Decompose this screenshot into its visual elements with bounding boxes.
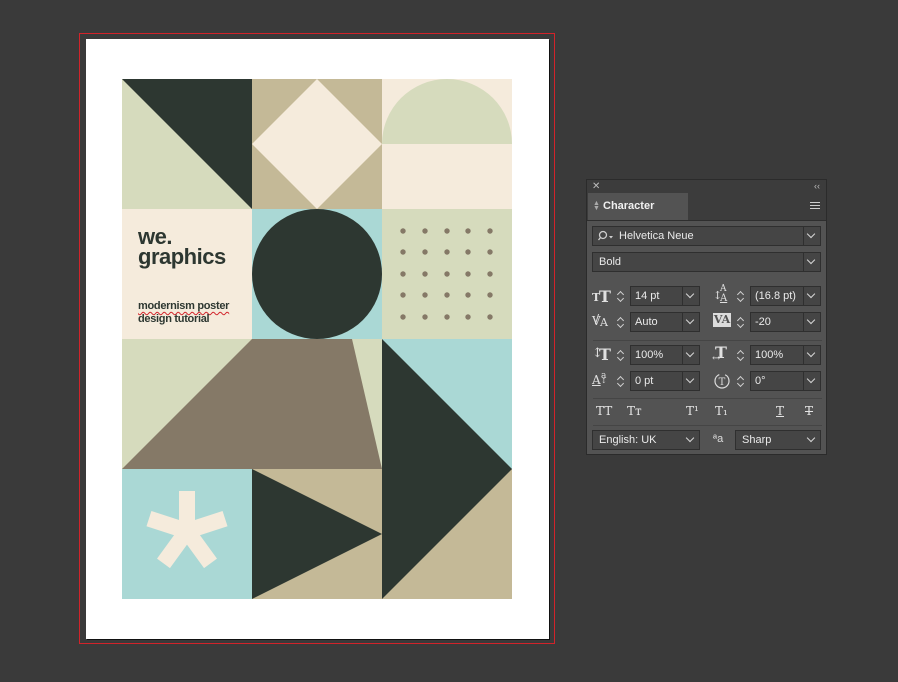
kerning-icon: V A / — [592, 312, 608, 329]
poster-artwork — [122, 79, 512, 599]
svg-text:T: T — [719, 377, 726, 388]
font-style-dropdown[interactable]: Bold — [592, 252, 821, 272]
search-icon — [598, 230, 613, 241]
poster-title-line2: graphics — [138, 244, 226, 269]
baseline-shift-stepper[interactable] — [615, 371, 627, 391]
kerning-field[interactable]: Auto — [630, 312, 700, 332]
character-rotation-icon: T — [712, 371, 734, 391]
poster[interactable]: we. graphics modernism poster design tut… — [122, 79, 512, 599]
chevron-down-icon[interactable] — [803, 372, 820, 390]
horizontal-scale-value: 100% — [755, 349, 784, 361]
rotation-field[interactable]: 0° — [750, 371, 821, 391]
poster-subtitle[interactable]: modernism poster design tutorial — [138, 300, 229, 326]
vertical-scale-field[interactable]: 100% — [630, 345, 700, 365]
poster-title[interactable]: we. graphics — [138, 226, 226, 269]
tracking-stepper[interactable] — [735, 312, 747, 332]
tab-reorder-icon: ▲ ▼ — [593, 200, 600, 212]
kerning-stepper[interactable] — [615, 312, 627, 332]
tracking-icon: VA — [713, 313, 731, 327]
font-style-value: Bold — [599, 256, 622, 268]
kerning-value: Auto — [635, 316, 658, 328]
vertical-scale-value: 100% — [635, 349, 664, 361]
leading-value: (16.8 pt) — [755, 290, 796, 302]
chevron-down-icon[interactable] — [803, 253, 820, 271]
divider — [593, 340, 822, 341]
underline-button[interactable]: T — [776, 404, 784, 418]
font-family-dropdown[interactable]: Helvetica Neue — [592, 226, 821, 246]
chevron-down-icon[interactable] — [803, 346, 820, 364]
chevron-down-icon[interactable] — [682, 372, 699, 390]
chevron-down-icon[interactable] — [803, 227, 820, 245]
rotation-value: 0° — [755, 375, 766, 387]
horizontal-scale-field[interactable]: 100% — [750, 345, 821, 365]
panel-titlebar[interactable]: ✕ ‹‹ — [587, 180, 826, 193]
poster-subtitle-line1: modernism poster — [138, 300, 230, 312]
chevron-down-icon[interactable] — [682, 313, 699, 331]
panel-tab-bar: ▲ ▼ Character — [587, 193, 826, 221]
horizontal-scale-stepper[interactable] — [735, 345, 747, 365]
font-family-value: Helvetica Neue — [619, 230, 694, 242]
divider — [593, 398, 822, 399]
small-caps-button[interactable]: Tт — [627, 404, 642, 418]
vertical-scale-icon: ↕ T — [592, 345, 611, 364]
chevron-down-icon[interactable] — [803, 313, 820, 331]
horizontal-scale-icon: T ↔ — [712, 343, 727, 364]
antialiasing-icon: ªa — [713, 433, 724, 445]
rotation-stepper[interactable] — [735, 371, 747, 391]
menu-icon[interactable] — [810, 202, 820, 211]
chevron-down-icon[interactable] — [804, 431, 820, 449]
close-icon[interactable]: ✕ — [592, 180, 600, 193]
dark-circle — [252, 209, 382, 339]
chevron-down-icon[interactable] — [682, 287, 699, 305]
font-size-icon: TT — [592, 287, 611, 306]
font-size-value: 14 pt — [635, 290, 660, 302]
antialiasing-dropdown[interactable]: Sharp — [735, 430, 821, 450]
baseline-shift-field[interactable]: 0 pt — [630, 371, 700, 391]
baseline-shift-icon: Aa ↕ — [592, 371, 607, 387]
all-caps-button[interactable]: TT — [596, 404, 612, 418]
collapse-icon[interactable]: ‹‹ — [814, 180, 820, 193]
chevron-down-icon[interactable] — [803, 287, 820, 305]
baseline-shift-value: 0 pt — [635, 375, 654, 387]
tracking-value: -20 — [755, 316, 771, 328]
leading-stepper[interactable] — [735, 286, 747, 306]
font-size-field[interactable]: 14 pt — [630, 286, 700, 306]
vertical-scale-stepper[interactable] — [615, 345, 627, 365]
tab-character[interactable]: ▲ ▼ Character — [588, 193, 688, 220]
chevron-down-icon[interactable] — [682, 346, 699, 364]
superscript-button[interactable]: T¹ — [686, 404, 699, 418]
subscript-button[interactable]: T₁ — [715, 404, 728, 418]
character-panel: ✕ ‹‹ ▲ ▼ Character Helvetica Neue Bold TT… — [586, 179, 827, 455]
font-size-stepper[interactable] — [615, 286, 627, 306]
language-dropdown[interactable]: English: UK — [592, 430, 700, 450]
antialiasing-value: Sharp — [742, 434, 772, 446]
leading-field[interactable]: (16.8 pt) — [750, 286, 821, 306]
tracking-field[interactable]: -20 — [750, 312, 821, 332]
leading-icon: A A ↕ — [713, 284, 728, 304]
strikethrough-button[interactable]: T — [805, 404, 813, 418]
chevron-down-icon[interactable] — [683, 431, 699, 449]
divider — [593, 425, 822, 426]
poster-subtitle-line2: design tutorial — [138, 313, 210, 325]
language-value: English: UK — [599, 434, 657, 446]
tab-character-label: Character — [603, 200, 655, 212]
